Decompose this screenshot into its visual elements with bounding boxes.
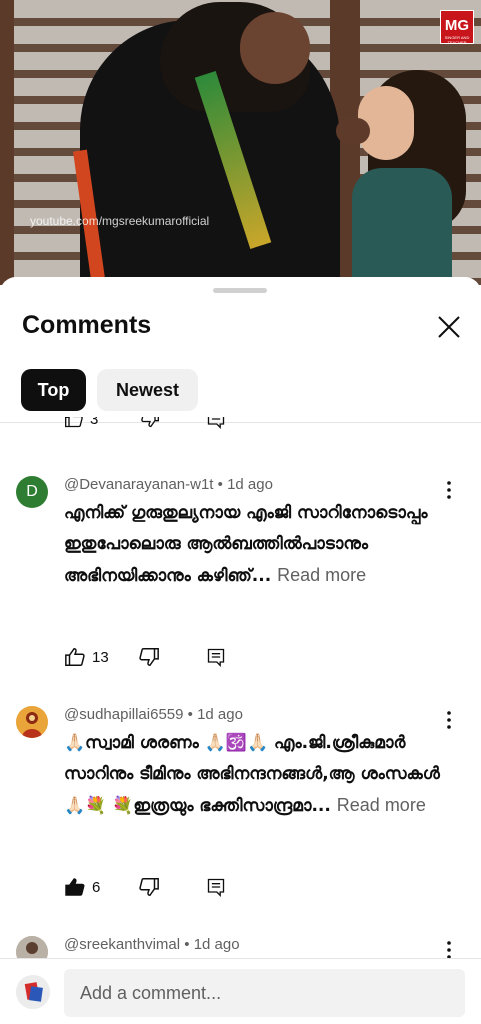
thumb-down-icon [139, 648, 159, 666]
reply-button[interactable] [206, 874, 226, 900]
video-hand [336, 118, 370, 144]
comment-text-container: 🙏🏻സ്വാമി ശരണം 🙏🏻🕉️🙏🏻 എം.ജി.ശ്രീകുമാർ സാറ… [64, 728, 444, 822]
reply-icon[interactable] [206, 417, 226, 429]
thumb-down-icon[interactable] [140, 417, 160, 429]
close-button[interactable] [436, 314, 462, 340]
avatar[interactable]: D [16, 476, 48, 508]
reply-button[interactable] [206, 644, 226, 670]
comment-item: @sudhapillai6559 • 1d ago 🙏🏻സ്വാമി ശരണം … [0, 706, 481, 906]
comment-age: 1d ago [197, 706, 243, 723]
like-button[interactable]: 3 [64, 417, 98, 429]
channel-logo-subtext: SINGER AND TEACHER [444, 35, 470, 45]
dislike-button[interactable] [138, 874, 160, 900]
comment-header: @sudhapillai6559 • 1d ago [64, 706, 243, 723]
filter-newest-chip[interactable]: Newest [97, 369, 198, 411]
avatar[interactable] [16, 706, 48, 738]
video-player[interactable]: youtube.com/mgsreekumarofficial MG SINGE… [0, 0, 481, 285]
separator-dot: • [217, 476, 228, 493]
thumb-down-icon [139, 878, 159, 896]
read-more-link[interactable]: Read more [337, 795, 426, 815]
comment-item: D @Devanarayanan-w1t • 1d ago എനിക്ക് ഗു… [0, 476, 481, 676]
filter-top-chip[interactable]: Top [21, 369, 86, 411]
user-avatar[interactable] [16, 975, 50, 1009]
like-button[interactable]: 13 [64, 644, 109, 670]
like-count: 6 [92, 878, 101, 896]
channel-logo: MG SINGER AND TEACHER [440, 10, 474, 45]
separator-dot: • [187, 706, 198, 723]
user-avatar-icon [16, 975, 50, 1009]
comment-text-container: എനിക്ക് ഗുരുതുല്യനായ എംജി സാറിനോടൊപ്പം ഇ… [64, 498, 444, 592]
comment-menu-button[interactable] [444, 940, 454, 960]
comment-text: എനിക്ക് ഗുരുതുല്യനായ എംജി സാറിനോടൊപ്പം ഇ… [64, 503, 428, 586]
more-vert-icon [447, 481, 451, 499]
like-count: 3 [90, 417, 99, 428]
comments-title: Comments [22, 311, 152, 339]
video-watermark: youtube.com/mgsreekumarofficial [30, 214, 210, 228]
comment-author[interactable]: @sudhapillai6559 [64, 706, 183, 723]
video-person-face [240, 12, 310, 84]
more-vert-icon [447, 941, 451, 959]
reply-icon [207, 878, 225, 897]
comment-actions: 6 [64, 874, 264, 900]
deity-avatar-icon [16, 706, 48, 738]
comment-age: 1d ago [227, 476, 273, 493]
like-count: 13 [92, 648, 109, 666]
comment-composer: Add a comment... [0, 958, 481, 1024]
more-vert-icon [447, 711, 451, 729]
avatar-letter: D [26, 483, 38, 500]
comment-header: @Devanarayanan-w1t • 1d ago [64, 476, 273, 493]
comment-menu-button[interactable] [444, 480, 454, 500]
reply-icon [207, 648, 225, 667]
comments-sheet: Comments Top Newest 3 D @Devanarayanan-w… [0, 277, 481, 1024]
read-more-link[interactable]: Read more [277, 565, 366, 585]
comment-author[interactable]: @Devanarayanan-w1t [64, 476, 213, 493]
comment-header: @sreekanthvimal • 1d ago [64, 936, 240, 953]
comment-actions: 13 [64, 644, 264, 670]
separator-dot: • [184, 936, 194, 953]
thumb-up-filled-icon [65, 878, 85, 896]
thumb-up-icon [65, 417, 83, 428]
add-comment-placeholder: Add a comment... [80, 982, 222, 1003]
thumb-up-icon [65, 648, 85, 666]
comment-age: 1d ago [193, 936, 240, 953]
like-button[interactable]: 6 [64, 874, 100, 900]
comment-menu-button[interactable] [444, 710, 454, 730]
video-child-dress [352, 168, 452, 285]
comment-author[interactable]: @sreekanthvimal [64, 936, 180, 953]
previous-comment-actions: 3 [64, 417, 264, 435]
channel-logo-text: MG [444, 17, 470, 34]
sheet-drag-handle[interactable] [213, 288, 267, 293]
video-pillar [0, 0, 14, 285]
close-icon [438, 316, 460, 338]
add-comment-input[interactable]: Add a comment... [64, 969, 465, 1017]
dislike-button[interactable] [138, 644, 160, 670]
